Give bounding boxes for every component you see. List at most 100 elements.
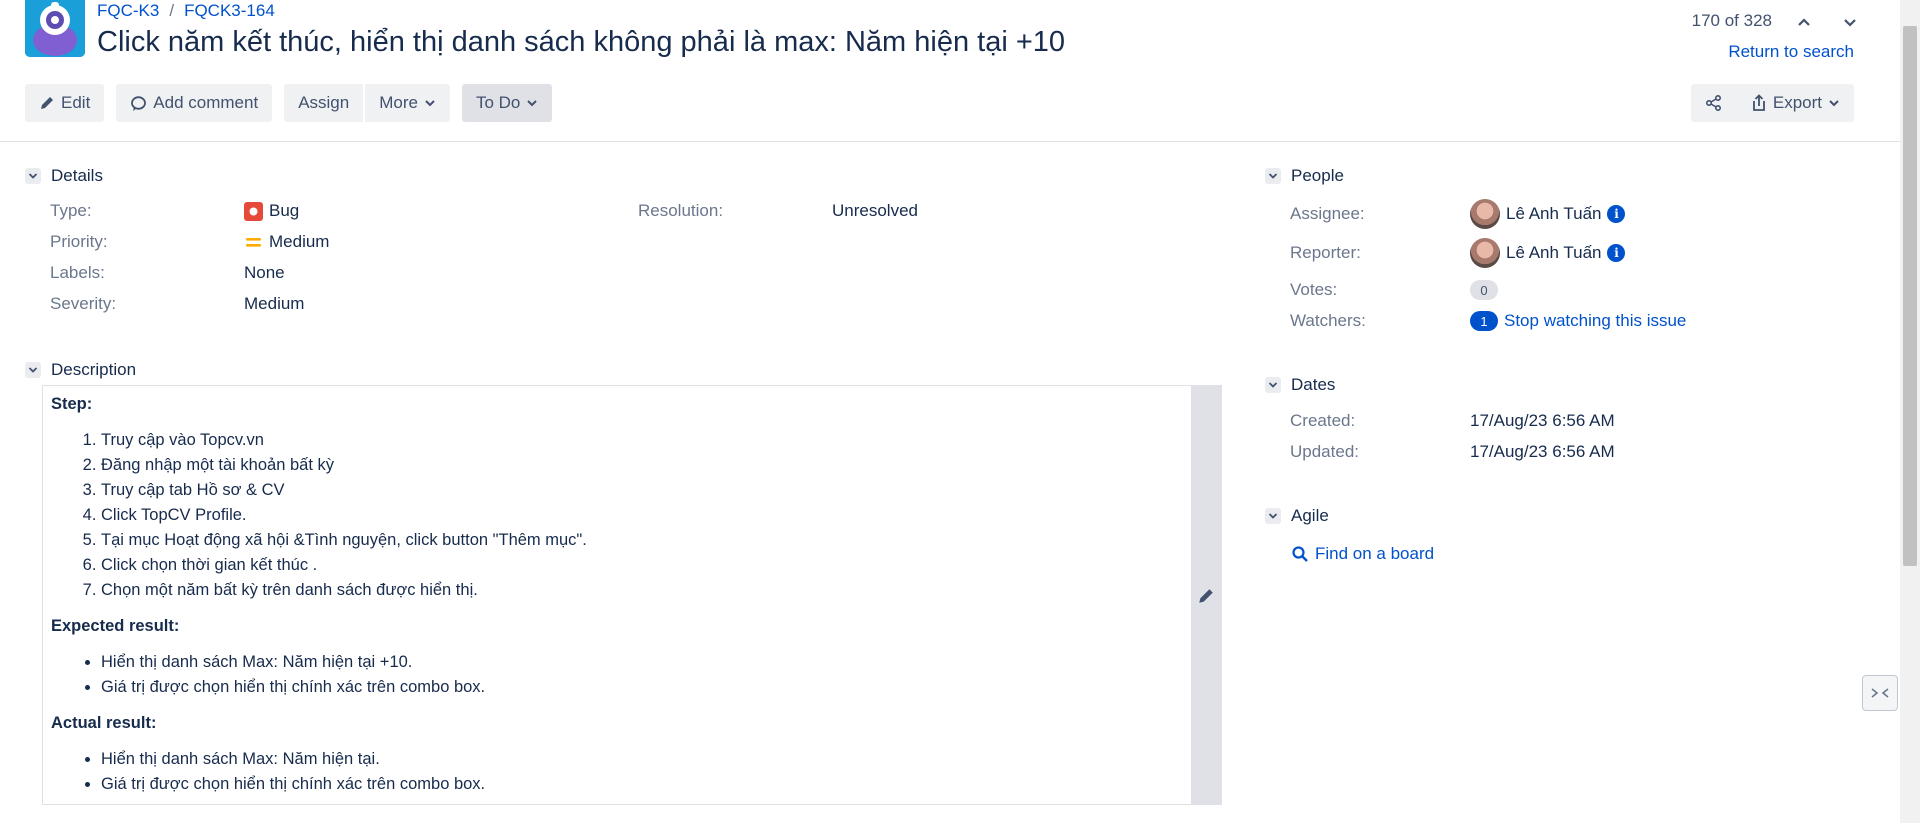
labels-value[interactable]: None	[244, 263, 285, 283]
avatar	[1470, 199, 1500, 229]
assign-button-label: Assign	[298, 93, 350, 112]
watchers-label: Watchers:	[1290, 311, 1366, 330]
find-on-board-label: Find on a board	[1315, 544, 1435, 563]
project-avatar[interactable]	[25, 0, 85, 57]
share-icon	[1705, 94, 1721, 112]
pencil-icon	[41, 97, 53, 109]
description-heading: Description	[51, 360, 137, 379]
previous-issue-button[interactable]	[1790, 8, 1818, 36]
feedback-widget-button[interactable]	[1862, 675, 1898, 711]
export-icon	[1752, 94, 1765, 111]
reporter-label: Reporter:	[1290, 243, 1361, 262]
description-content: Step: Truy cập vào Topcv.vn Đăng nhập mộ…	[51, 392, 1181, 804]
agile-section-header: Agile	[1265, 506, 1329, 526]
expected-heading: Expected result:	[51, 617, 180, 635]
dates-toggle[interactable]	[1265, 377, 1281, 393]
step-item: Tại mục Hoạt động xã hội &Tình nguyện, c…	[101, 528, 1181, 553]
return-to-search-link[interactable]: Return to search	[1728, 42, 1854, 62]
resolution-value: Unresolved	[832, 201, 918, 220]
info-icon[interactable]: i	[1607, 205, 1626, 223]
priority-value: Medium	[244, 232, 329, 252]
find-on-board-link[interactable]: Find on a board	[1291, 544, 1434, 564]
issue-pager-count: 170 of 328	[1691, 11, 1772, 30]
stop-watching-link[interactable]: Stop watching this issue	[1504, 311, 1686, 331]
step-item: Chọn một năm bất kỳ trên danh sách được …	[101, 578, 1181, 603]
watchers-badge[interactable]: 1	[1470, 311, 1498, 331]
chevron-down-icon	[1268, 173, 1278, 179]
export-button[interactable]: Export	[1736, 84, 1854, 122]
description-field[interactable]: Step: Truy cập vào Topcv.vn Đăng nhập mộ…	[42, 385, 1222, 805]
priority-label: Priority:	[50, 232, 108, 251]
edit-button-label: Edit	[61, 93, 91, 112]
severity-value[interactable]: Medium	[244, 294, 304, 314]
status-label: To Do	[475, 93, 521, 112]
description-section-header: Description	[25, 360, 136, 380]
priority-value-text: Medium	[269, 232, 330, 251]
step-heading: Step:	[51, 395, 93, 413]
actual-item: Giá trị được chọn hiển thị chính xác trê…	[101, 772, 1181, 797]
export-button-label: Export	[1772, 93, 1822, 112]
issue-toolbar: Edit Add comment Assign More To Do	[25, 84, 553, 122]
resolution-label: Resolution:	[638, 201, 724, 220]
info-icon[interactable]: i	[1607, 244, 1626, 262]
watchers-value: 1 Stop watching this issue	[1470, 311, 1686, 331]
agile-heading: Agile	[1291, 506, 1329, 525]
votes-label: Votes:	[1290, 280, 1338, 299]
chevron-down-icon	[1268, 513, 1278, 519]
next-issue-button[interactable]	[1836, 8, 1864, 36]
project-avatar-icon	[25, 0, 85, 57]
description-edit-strip[interactable]	[1191, 386, 1221, 804]
expected-item: Giá trị được chọn hiển thị chính xác trê…	[101, 675, 1181, 700]
page-scrollbar[interactable]	[1900, 0, 1920, 823]
people-toggle[interactable]	[1265, 168, 1281, 184]
reporter-value[interactable]: Lê Anh Tuấn i	[1470, 238, 1626, 268]
step-item: Đăng nhập một tài khoản bất kỳ	[101, 453, 1181, 478]
type-label: Type:	[50, 201, 92, 220]
dates-heading: Dates	[1291, 375, 1336, 394]
details-section-header: Details	[25, 166, 103, 186]
type-value-text: Bug	[269, 201, 300, 220]
details-heading: Details	[51, 166, 103, 185]
reporter-name: Lê Anh Tuấn	[1506, 243, 1602, 262]
chevron-down-icon	[28, 367, 38, 373]
step-item: Click chọn thời gian kết thúc .	[101, 553, 1181, 578]
breadcrumb-project-link[interactable]: FQC-K3	[97, 1, 159, 21]
description-toggle[interactable]	[25, 362, 41, 378]
people-heading: People	[1291, 166, 1344, 185]
actual-heading: Actual result:	[51, 714, 157, 732]
details-toggle[interactable]	[25, 168, 41, 184]
updated-label: Updated:	[1290, 442, 1359, 461]
more-button-label: More	[379, 93, 418, 112]
comment-icon	[131, 95, 147, 111]
chevron-down-icon	[1268, 382, 1278, 388]
scrollbar-thumb[interactable]	[1903, 26, 1917, 566]
more-button[interactable]: More	[365, 84, 450, 122]
labels-label: Labels:	[50, 263, 105, 282]
expected-list: Hiển thị danh sách Max: Năm hiện tại +10…	[101, 650, 1181, 700]
issue-header: FQC-K3 / FQCK3-164 Click năm kết thúc, h…	[0, 0, 1900, 142]
share-button[interactable]	[1690, 84, 1737, 122]
priority-medium-icon	[246, 237, 261, 247]
updated-value: 17/Aug/23 6:56 AM	[1470, 442, 1615, 461]
chevron-down-icon	[1844, 19, 1856, 27]
add-comment-button[interactable]: Add comment	[116, 84, 273, 122]
votes-badge: 0	[1470, 280, 1498, 300]
status-transition-button[interactable]: To Do	[461, 84, 553, 122]
votes-value[interactable]: 0	[1470, 280, 1498, 300]
agile-toggle[interactable]	[1265, 508, 1281, 524]
chevron-down-icon	[425, 100, 435, 107]
breadcrumb: FQC-K3 / FQCK3-164	[97, 1, 275, 21]
assign-button[interactable]: Assign	[284, 84, 364, 122]
breadcrumb-issue-link[interactable]: FQCK3-164	[184, 1, 275, 21]
type-value: Bug	[244, 201, 299, 221]
issue-title[interactable]: Click năm kết thúc, hiển thị danh sách k…	[97, 26, 1065, 59]
created-label: Created:	[1290, 411, 1356, 430]
assignee-label: Assignee:	[1290, 204, 1365, 223]
expected-item: Hiển thị danh sách Max: Năm hiện tại +10…	[101, 650, 1181, 675]
edit-button[interactable]: Edit	[25, 84, 105, 122]
actual-list: Hiển thị danh sách Max: Năm hiện tại. Gi…	[101, 747, 1181, 797]
step-item: Truy cập tab Hồ sơ & CV	[101, 478, 1181, 503]
step-item: Truy cập vào Topcv.vn	[101, 428, 1181, 453]
assignee-value[interactable]: Lê Anh Tuấn i	[1470, 199, 1626, 229]
add-comment-button-label: Add comment	[153, 93, 259, 112]
